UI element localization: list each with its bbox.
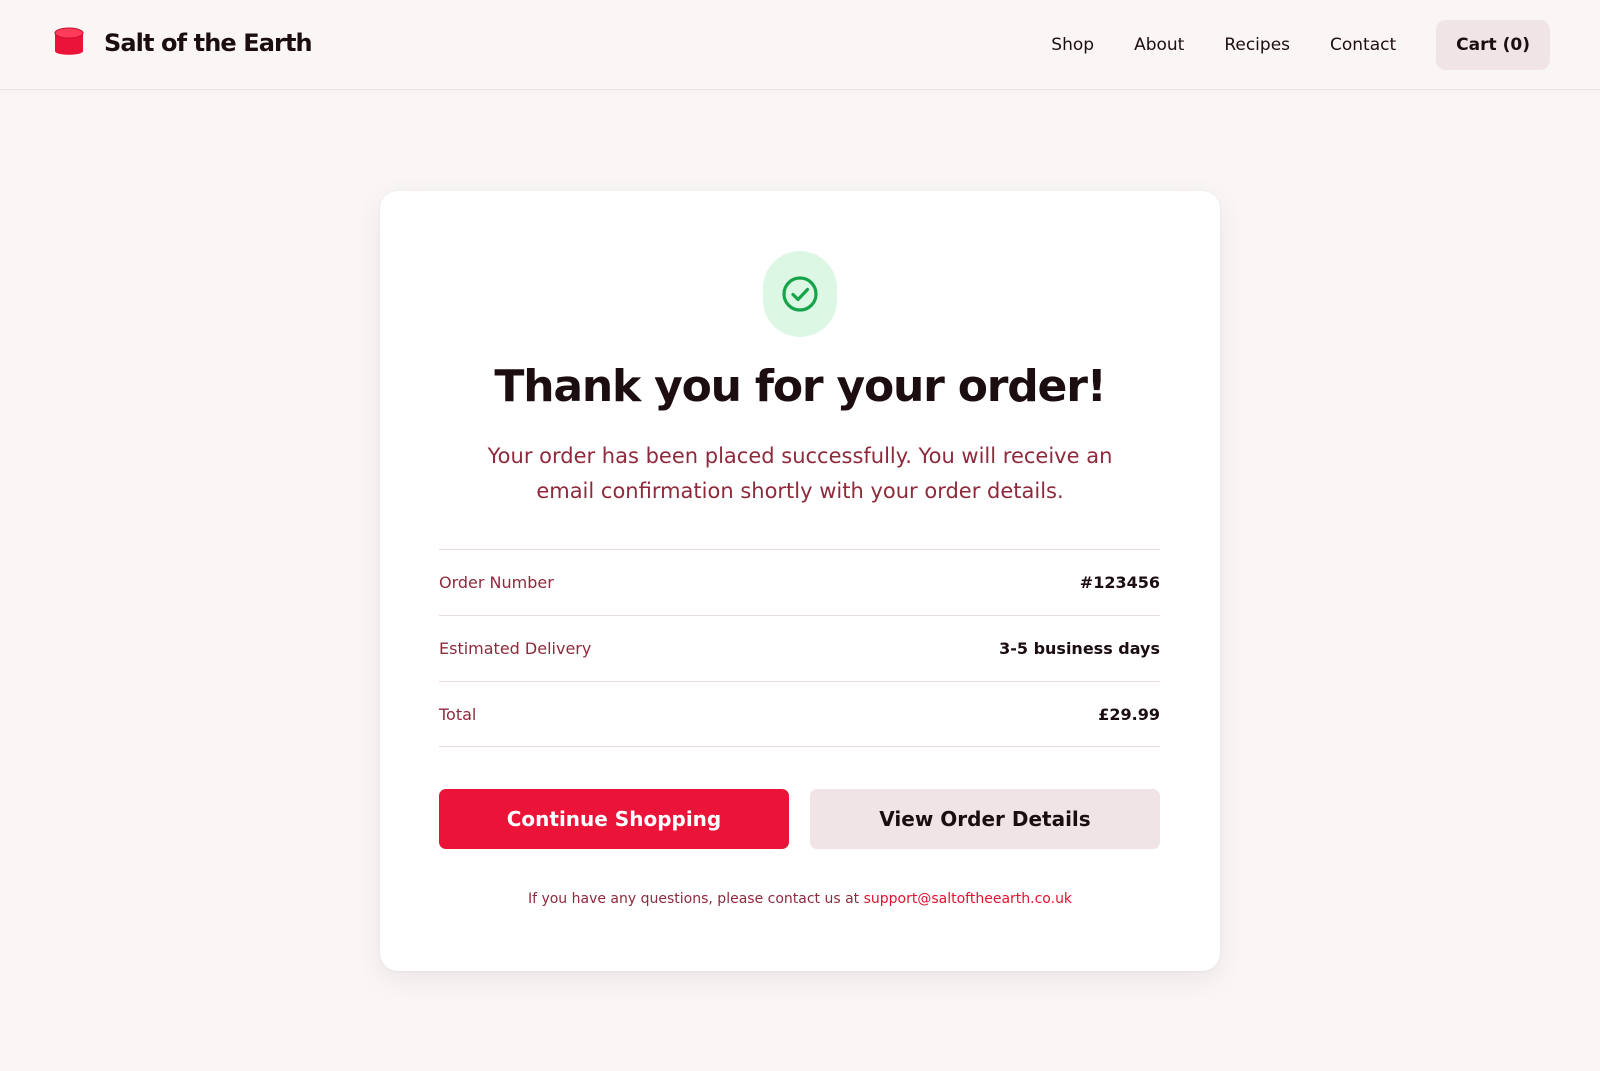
support-text: If you have any questions, please contac… <box>527 891 864 907</box>
cart-count: (0) <box>1502 35 1530 55</box>
confirmation-message: Your order has been placed successfully.… <box>487 444 1113 503</box>
view-order-details-button[interactable]: View Order Details <box>810 789 1160 849</box>
total-value: £29.99 <box>1098 704 1160 724</box>
total-row: Total £29.99 <box>439 681 1160 747</box>
brand-logo[interactable]: Salt of the Earth <box>54 27 313 59</box>
total-label: Total <box>439 704 477 724</box>
nav-link-recipes[interactable]: Recipes <box>1224 20 1290 70</box>
order-confirmation-card: Thank you for your order! Your order has… <box>380 191 1220 971</box>
order-number-row: Order Number #123456 <box>439 549 1160 615</box>
salt-tin-icon <box>54 27 84 55</box>
main-nav: Shop About Recipes Contact Cart (0) <box>1051 20 1550 70</box>
order-summary: Order Number #123456 Estimated Delivery … <box>439 549 1160 747</box>
nav-link-shop[interactable]: Shop <box>1051 20 1094 70</box>
nav-link-about[interactable]: About <box>1134 20 1184 70</box>
cart-label: Cart <box>1456 35 1497 55</box>
brand-name: Salt of the Earth <box>104 29 313 57</box>
estimated-delivery-label: Estimated Delivery <box>439 639 592 658</box>
check-circle-icon <box>782 276 818 312</box>
page-title: Thank you for your order! <box>494 361 1106 412</box>
success-badge <box>763 251 837 337</box>
estimated-delivery-row: Estimated Delivery 3-5 business days <box>439 615 1160 681</box>
order-number-value: #123456 <box>1079 573 1160 592</box>
support-email-link[interactable]: support@saltoftheearth.co.uk <box>864 891 1072 907</box>
order-number-label: Order Number <box>439 573 554 592</box>
support-note: If you have any questions, please contac… <box>380 891 1220 907</box>
nav-link-contact[interactable]: Contact <box>1330 20 1396 70</box>
cart-button[interactable]: Cart (0) <box>1436 20 1550 70</box>
site-header: Salt of the Earth Shop About Recipes Con… <box>0 0 1600 90</box>
estimated-delivery-value: 3-5 business days <box>999 639 1160 658</box>
action-buttons: Continue Shopping View Order Details <box>439 789 1160 849</box>
continue-shopping-button[interactable]: Continue Shopping <box>439 789 789 849</box>
